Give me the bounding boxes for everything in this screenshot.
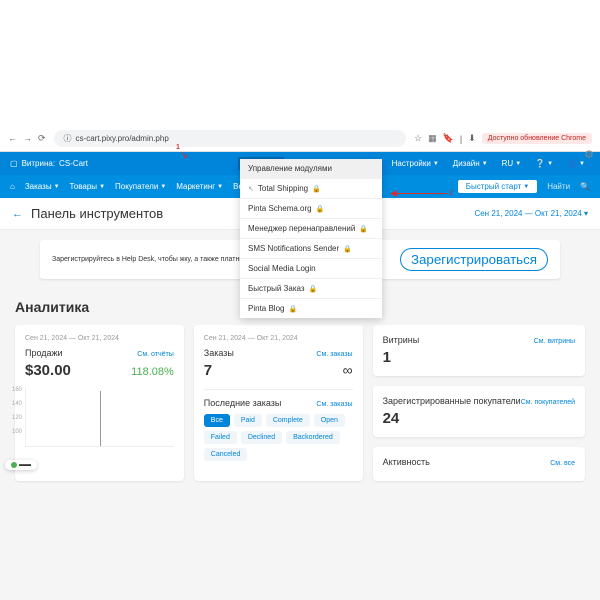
forward-icon[interactable]: → xyxy=(23,133,32,144)
menu-language[interactable]: RU▼ xyxy=(497,157,527,170)
back-button[interactable]: ← xyxy=(12,208,23,220)
browser-address-bar: ← → ⟳ ⓘ cs-cart.pixy.pro/admin.php ☆ ▦ 🔖… xyxy=(0,126,600,152)
settings-gear-icon[interactable]: ⚙ xyxy=(584,148,594,161)
dropdown-item[interactable]: SMS Notifications Sender🔒 xyxy=(240,238,382,258)
nav-products[interactable]: Товары▼ xyxy=(70,182,105,191)
search-icon[interactable]: 🔍 xyxy=(580,182,590,191)
filter-paid[interactable]: Paid xyxy=(234,414,262,427)
nav-home[interactable]: ⌂ xyxy=(10,182,15,191)
dropdown-item[interactable]: Pinta Schema.org🔒 xyxy=(240,198,382,218)
annotation-arrow-2: ◀2 xyxy=(390,188,453,199)
storefronts-link[interactable]: См. витрины xyxy=(534,338,575,345)
modules-dropdown: Управление модулями ↖Total Shipping🔒 Pin… xyxy=(240,159,382,318)
storefronts-card: Витрины См. витрины 1 xyxy=(373,325,585,376)
url-input[interactable]: ⓘ cs-cart.pixy.pro/admin.php xyxy=(54,130,407,147)
recent-orders-link[interactable]: См. заказы xyxy=(316,401,352,408)
activity-link[interactable]: См. все xyxy=(550,460,575,467)
reload-icon[interactable]: ⟳ xyxy=(38,133,46,144)
filter-backordered[interactable]: Backordered xyxy=(286,431,340,444)
buyers-link[interactable]: См. покупателей xyxy=(521,399,575,406)
storefront-icon: ▢ xyxy=(10,159,18,168)
status-dot-icon xyxy=(11,462,17,468)
register-button[interactable]: Зарегистрироваться xyxy=(400,248,548,271)
menu-design[interactable]: Дизайн▼ xyxy=(448,157,493,170)
filter-open[interactable]: Open xyxy=(314,414,345,427)
date-range-picker[interactable]: Сен 21, 2024 — Окт 21, 2024 ▾ xyxy=(474,209,588,218)
filter-all[interactable]: Все xyxy=(204,414,230,427)
site-info-icon: ⓘ xyxy=(64,133,72,144)
nav-orders[interactable]: Заказы▼ xyxy=(25,182,60,191)
dropdown-item[interactable]: Быстрый Заказ🔒 xyxy=(240,278,382,298)
menu-help[interactable]: ❔▼ xyxy=(530,157,558,170)
dropdown-item[interactable]: Pinta Blog🔒 xyxy=(240,298,382,318)
dropdown-item[interactable]: Social Media Login xyxy=(240,258,382,278)
star-icon[interactable]: ☆ xyxy=(414,133,422,144)
dropdown-header[interactable]: Управление модулями xyxy=(240,159,382,178)
bookmark-icon[interactable]: 🔖 xyxy=(443,133,454,144)
filter-complete[interactable]: Complete xyxy=(266,414,310,427)
buyers-card: Зарегистрированные покупатели См. покупа… xyxy=(373,386,585,437)
chat-widget[interactable]: ▬▬ xyxy=(5,460,37,470)
quick-start-button[interactable]: Быстрый старт▼ xyxy=(458,180,537,193)
activity-card: Активность См. все xyxy=(373,447,585,481)
annotation-arrow-1: ↘1 xyxy=(180,150,188,161)
orders-card: Сен 21, 2024 — Окт 21, 2024 Заказы См. з… xyxy=(194,325,363,481)
back-icon[interactable]: ← xyxy=(8,133,17,144)
nav-customers[interactable]: Покупатели▼ xyxy=(115,182,166,191)
order-status-filters: Все Paid Complete Open Failed Declined B… xyxy=(204,414,353,461)
sales-value: $30.00 xyxy=(25,362,71,379)
chrome-update-badge[interactable]: Доступно обновление Chrome xyxy=(482,133,592,144)
search-input[interactable]: Найти xyxy=(547,182,570,191)
nav-marketing[interactable]: Маркетинг▼ xyxy=(176,182,223,191)
filter-declined[interactable]: Declined xyxy=(241,431,282,444)
dropdown-item[interactable]: Менеджер перенаправлений🔒 xyxy=(240,218,382,238)
download-icon[interactable]: ⬇ xyxy=(468,133,476,144)
menu-settings[interactable]: Настройки▼ xyxy=(387,157,444,170)
url-text: cs-cart.pixy.pro/admin.php xyxy=(76,134,169,143)
reports-link[interactable]: См. отчёты xyxy=(137,351,173,358)
filter-failed[interactable]: Failed xyxy=(204,431,237,444)
sales-card: Сен 21, 2024 — Окт 21, 2024 Продажи См. … xyxy=(15,325,184,481)
orders-value: 7 xyxy=(204,362,212,379)
orders-infinity: ∞ xyxy=(343,362,353,378)
extension-icon[interactable]: ▦ xyxy=(428,133,437,144)
filter-canceled[interactable]: Canceled xyxy=(204,448,248,461)
orders-link[interactable]: См. заказы xyxy=(316,351,352,358)
page-title: Панель инструментов xyxy=(31,206,163,221)
sales-chart: 160 140 120 100 xyxy=(25,387,174,447)
sales-percent: 118.08% xyxy=(131,366,174,378)
dropdown-item[interactable]: ↖Total Shipping🔒 xyxy=(240,178,382,198)
